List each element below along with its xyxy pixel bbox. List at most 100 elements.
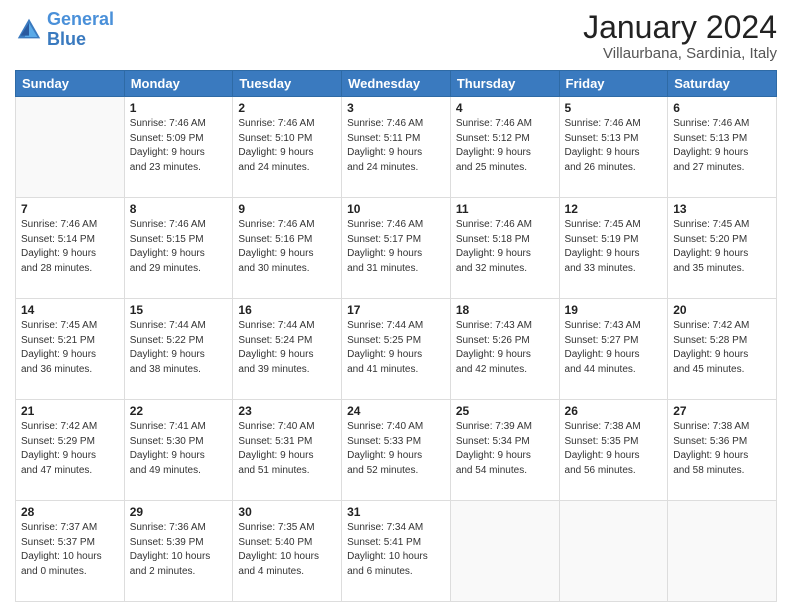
day-number: 20 <box>673 303 771 317</box>
day-number: 21 <box>21 404 119 418</box>
day-info: Sunrise: 7:37 AM Sunset: 5:37 PM Dayligh… <box>21 521 119 579</box>
day-number: 14 <box>21 303 119 317</box>
calendar-cell: 16Sunrise: 7:44 AM Sunset: 5:24 PM Dayli… <box>233 299 342 400</box>
calendar-cell: 21 Sunrise: 7:42 AM Sunset: 5:29 PM Dayli… <box>16 400 125 501</box>
day-info: Sunrise: 7:46 AM Sunset: 5:11 PM Dayligh… <box>347 117 445 175</box>
day-info: Sunrise: 7:38 AM Sunset: 5:35 PM Dayligh… <box>565 420 663 478</box>
day-number: 22 <box>130 404 228 418</box>
day-number: 3 <box>347 101 445 115</box>
calendar-cell: 6 Sunrise: 7:46 AM Sunset: 5:13 PM Daylig… <box>668 97 777 198</box>
calendar-cell: 8 Sunrise: 7:46 AM Sunset: 5:15 PM Daylig… <box>124 198 233 299</box>
calendar-cell <box>668 501 777 602</box>
header: General Blue January 2024 Villaurbana, S… <box>15 10 777 62</box>
day-number: 19 <box>565 303 663 317</box>
calendar-cell: 1Sunrise: 7:46 AM Sunset: 5:09 PM Daylig… <box>124 97 233 198</box>
day-info: Sunrise: 7:46 AM Sunset: 5:16 PM Dayligh… <box>238 218 336 276</box>
calendar-cell: 15Sunrise: 7:44 AM Sunset: 5:22 PM Dayli… <box>124 299 233 400</box>
calendar-cell: 20 Sunrise: 7:42 AM Sunset: 5:28 PM Dayli… <box>668 299 777 400</box>
column-header-thursday: Thursday <box>450 71 559 97</box>
calendar-cell: 13 Sunrise: 7:45 AM Sunset: 5:20 PM Dayli… <box>668 198 777 299</box>
day-number: 9 <box>238 202 336 216</box>
day-info: Sunrise: 7:34 AM Sunset: 5:41 PM Dayligh… <box>347 521 445 579</box>
day-number: 24 <box>347 404 445 418</box>
calendar-cell: 27 Sunrise: 7:38 AM Sunset: 5:36 PM Dayli… <box>668 400 777 501</box>
day-info: Sunrise: 7:46 AM Sunset: 5:15 PM Dayligh… <box>130 218 228 276</box>
main-title: January 2024 <box>583 10 777 45</box>
day-number: 25 <box>456 404 554 418</box>
title-block: January 2024 Villaurbana, Sardinia, Ital… <box>583 10 777 62</box>
calendar-cell: 19 Sunrise: 7:43 AM Sunset: 5:27 PM Dayli… <box>559 299 668 400</box>
day-info: Sunrise: 7:40 AM Sunset: 5:31 PM Dayligh… <box>238 420 336 478</box>
day-number: 1 <box>130 101 228 115</box>
day-info: Sunrise: 7:45 AM Sunset: 5:20 PM Dayligh… <box>673 218 771 276</box>
calendar-cell: 17Sunrise: 7:44 AM Sunset: 5:25 PM Dayli… <box>342 299 451 400</box>
day-number: 4 <box>456 101 554 115</box>
day-info: Sunrise: 7:38 AM Sunset: 5:36 PM Dayligh… <box>673 420 771 478</box>
calendar-cell: 7 Sunrise: 7:46 AM Sunset: 5:14 PM Daylig… <box>16 198 125 299</box>
column-header-monday: Monday <box>124 71 233 97</box>
day-info: Sunrise: 7:41 AM Sunset: 5:30 PM Dayligh… <box>130 420 228 478</box>
page: General Blue January 2024 Villaurbana, S… <box>0 0 792 612</box>
calendar-cell: 29 Sunrise: 7:36 AM Sunset: 5:39 PM Dayli… <box>124 501 233 602</box>
calendar-cell: 9 Sunrise: 7:46 AM Sunset: 5:16 PM Daylig… <box>233 198 342 299</box>
day-info: Sunrise: 7:42 AM Sunset: 5:29 PM Dayligh… <box>21 420 119 478</box>
day-info: Sunrise: 7:36 AM Sunset: 5:39 PM Dayligh… <box>130 521 228 579</box>
day-number: 31 <box>347 505 445 519</box>
day-number: 15 <box>130 303 228 317</box>
day-number: 26 <box>565 404 663 418</box>
day-number: 13 <box>673 202 771 216</box>
day-info: Sunrise: 7:44 AM Sunset: 5:25 PM Dayligh… <box>347 319 445 377</box>
column-header-friday: Friday <box>559 71 668 97</box>
logo-text: General Blue <box>47 10 114 50</box>
day-info: Sunrise: 7:43 AM Sunset: 5:26 PM Dayligh… <box>456 319 554 377</box>
calendar-cell <box>559 501 668 602</box>
day-info: Sunrise: 7:42 AM Sunset: 5:28 PM Dayligh… <box>673 319 771 377</box>
day-info: Sunrise: 7:39 AM Sunset: 5:34 PM Dayligh… <box>456 420 554 478</box>
day-info: Sunrise: 7:46 AM Sunset: 5:14 PM Dayligh… <box>21 218 119 276</box>
day-number: 8 <box>130 202 228 216</box>
calendar-cell: 30Sunrise: 7:35 AM Sunset: 5:40 PM Dayli… <box>233 501 342 602</box>
logo: General Blue <box>15 10 114 50</box>
sub-title: Villaurbana, Sardinia, Italy <box>583 45 777 62</box>
day-info: Sunrise: 7:45 AM Sunset: 5:21 PM Dayligh… <box>21 319 119 377</box>
calendar-cell: 18 Sunrise: 7:43 AM Sunset: 5:26 PM Dayli… <box>450 299 559 400</box>
calendar-cell: 25 Sunrise: 7:39 AM Sunset: 5:34 PM Dayli… <box>450 400 559 501</box>
day-info: Sunrise: 7:43 AM Sunset: 5:27 PM Dayligh… <box>565 319 663 377</box>
day-number: 28 <box>21 505 119 519</box>
day-number: 7 <box>21 202 119 216</box>
day-number: 29 <box>130 505 228 519</box>
day-number: 6 <box>673 101 771 115</box>
day-info: Sunrise: 7:46 AM Sunset: 5:13 PM Dayligh… <box>565 117 663 175</box>
day-info: Sunrise: 7:44 AM Sunset: 5:24 PM Dayligh… <box>238 319 336 377</box>
day-info: Sunrise: 7:35 AM Sunset: 5:40 PM Dayligh… <box>238 521 336 579</box>
calendar-cell: 11Sunrise: 7:46 AM Sunset: 5:18 PM Dayli… <box>450 198 559 299</box>
calendar-cell: 26 Sunrise: 7:38 AM Sunset: 5:35 PM Dayli… <box>559 400 668 501</box>
day-number: 2 <box>238 101 336 115</box>
calendar-cell: 23 Sunrise: 7:40 AM Sunset: 5:31 PM Dayli… <box>233 400 342 501</box>
column-header-saturday: Saturday <box>668 71 777 97</box>
day-number: 5 <box>565 101 663 115</box>
day-number: 11 <box>456 202 554 216</box>
calendar-cell: 28 Sunrise: 7:37 AM Sunset: 5:37 PM Dayli… <box>16 501 125 602</box>
day-number: 18 <box>456 303 554 317</box>
calendar-cell: 4Sunrise: 7:46 AM Sunset: 5:12 PM Daylig… <box>450 97 559 198</box>
calendar-cell: 24 Sunrise: 7:40 AM Sunset: 5:33 PM Dayli… <box>342 400 451 501</box>
day-number: 27 <box>673 404 771 418</box>
calendar-cell <box>450 501 559 602</box>
logo-line1: General <box>47 9 114 29</box>
day-number: 12 <box>565 202 663 216</box>
calendar-table: SundayMondayTuesdayWednesdayThursdayFrid… <box>15 70 777 602</box>
column-header-sunday: Sunday <box>16 71 125 97</box>
logo-icon <box>15 16 43 44</box>
day-info: Sunrise: 7:45 AM Sunset: 5:19 PM Dayligh… <box>565 218 663 276</box>
calendar-cell: 5 Sunrise: 7:46 AM Sunset: 5:13 PM Daylig… <box>559 97 668 198</box>
calendar-cell: 12 Sunrise: 7:45 AM Sunset: 5:19 PM Dayli… <box>559 198 668 299</box>
logo-line2: Blue <box>47 29 86 49</box>
day-info: Sunrise: 7:46 AM Sunset: 5:10 PM Dayligh… <box>238 117 336 175</box>
day-number: 23 <box>238 404 336 418</box>
day-info: Sunrise: 7:46 AM Sunset: 5:17 PM Dayligh… <box>347 218 445 276</box>
calendar-cell: 14 Sunrise: 7:45 AM Sunset: 5:21 PM Dayli… <box>16 299 125 400</box>
day-info: Sunrise: 7:40 AM Sunset: 5:33 PM Dayligh… <box>347 420 445 478</box>
calendar-cell: 2 Sunrise: 7:46 AM Sunset: 5:10 PM Daylig… <box>233 97 342 198</box>
day-info: Sunrise: 7:46 AM Sunset: 5:13 PM Dayligh… <box>673 117 771 175</box>
